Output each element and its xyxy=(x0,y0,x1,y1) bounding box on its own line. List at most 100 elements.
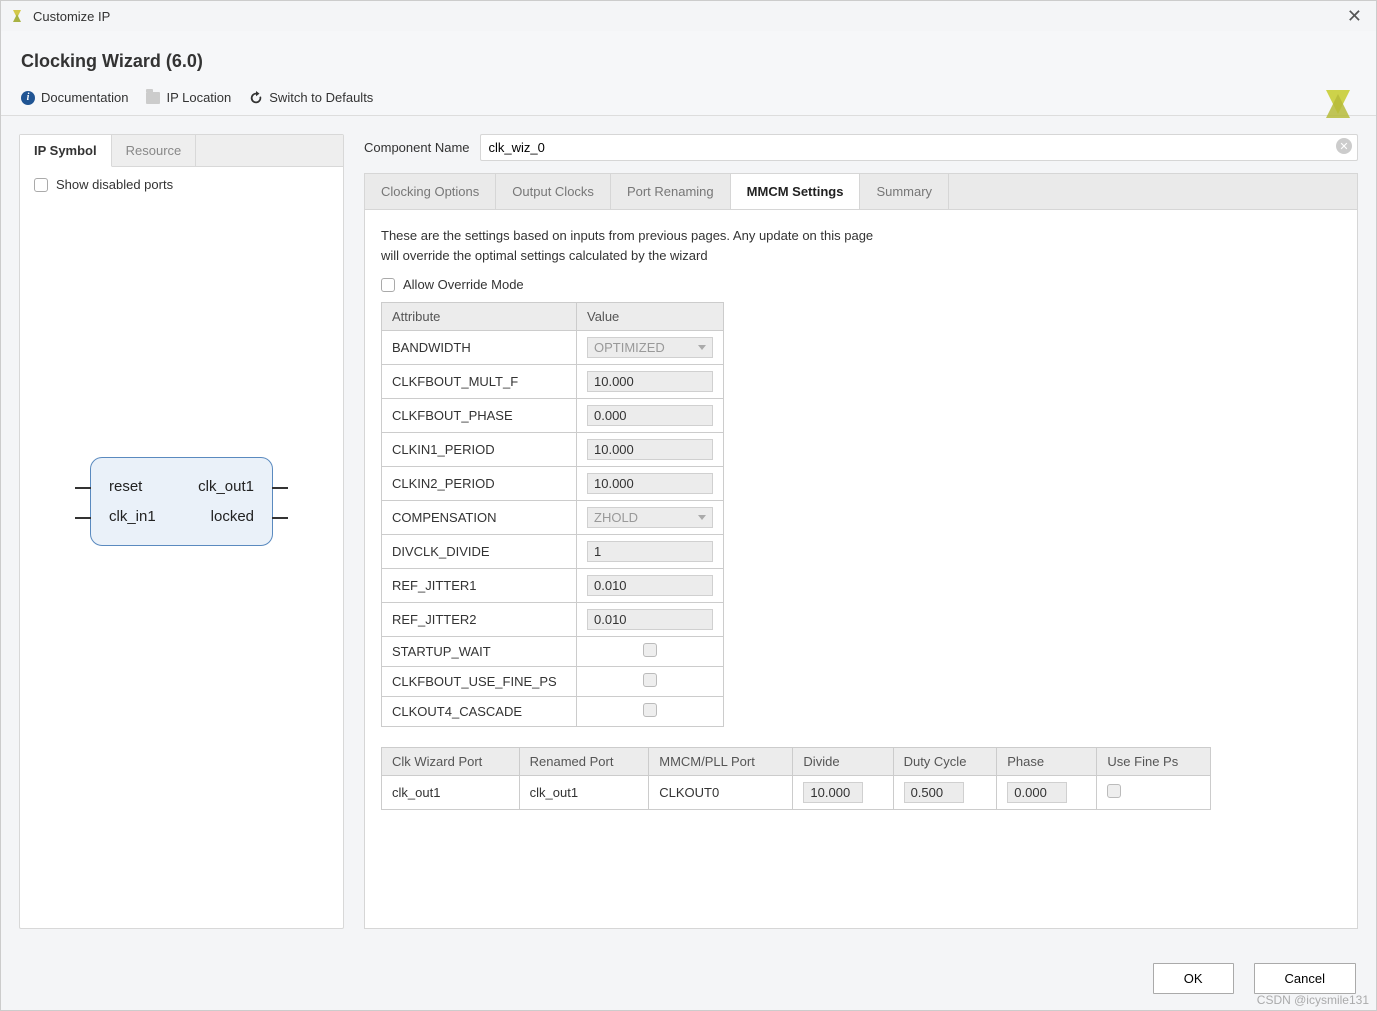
col-wiz-port: Clk Wizard Port xyxy=(382,748,520,776)
chevron-down-icon xyxy=(698,515,706,520)
page-title: Clocking Wizard (6.0) xyxy=(21,51,1356,72)
val-ref-jitter2[interactable]: 0.010 xyxy=(587,609,713,630)
info-icon: i xyxy=(21,91,35,105)
mmcm-attribute-table: Attribute Value BANDWIDTH OPTIMIZED CLKF… xyxy=(381,302,724,727)
val-divclk-divide[interactable]: 1 xyxy=(587,541,713,562)
dialog-body: IP Symbol Resource Show disabled ports r… xyxy=(1,116,1376,947)
attr-startup-wait: STARTUP_WAIT xyxy=(382,637,577,667)
cell-wiz-port: clk_out1 xyxy=(382,776,520,810)
col-divide: Divide xyxy=(793,748,893,776)
mmcm-description: These are the settings based on inputs f… xyxy=(381,226,941,265)
attr-clkin2-period: CLKIN2_PERIOD xyxy=(382,467,577,501)
port-locked: locked xyxy=(211,508,254,525)
allow-override-checkbox[interactable] xyxy=(381,278,395,292)
ip-location-label: IP Location xyxy=(166,90,231,105)
header: Clocking Wizard (6.0) i Documentation IP… xyxy=(1,31,1376,116)
allow-override-label: Allow Override Mode xyxy=(403,277,524,292)
col-renamed-port: Renamed Port xyxy=(519,748,649,776)
switch-defaults-link[interactable]: Switch to Defaults xyxy=(249,90,373,105)
val-clkfbout-mult-f[interactable]: 10.000 xyxy=(587,371,713,392)
attr-clkout4-cascade: CLKOUT4_CASCADE xyxy=(382,697,577,727)
val-clkin1-period[interactable]: 10.000 xyxy=(587,439,713,460)
pin-clk-in1 xyxy=(75,517,91,519)
val-ref-jitter1[interactable]: 0.010 xyxy=(587,575,713,596)
attr-ref-jitter2: REF_JITTER2 xyxy=(382,603,577,637)
pin-reset xyxy=(75,487,91,489)
tab-clocking-options[interactable]: Clocking Options xyxy=(365,174,496,209)
folder-icon xyxy=(146,92,160,104)
component-name-row: Component Name ✕ xyxy=(364,134,1358,161)
port-reset: reset xyxy=(109,478,142,495)
tab-mmcm-settings[interactable]: MMCM Settings xyxy=(731,174,861,209)
tab-ip-symbol[interactable]: IP Symbol xyxy=(20,135,112,167)
allow-override-row: Allow Override Mode xyxy=(381,277,1341,292)
attr-bandwidth: BANDWIDTH xyxy=(382,331,577,365)
cell-use-fine-ps-checkbox[interactable] xyxy=(1107,784,1121,798)
cell-renamed-port: clk_out1 xyxy=(519,776,649,810)
col-duty: Duty Cycle xyxy=(893,748,997,776)
val-bandwidth[interactable]: OPTIMIZED xyxy=(587,337,713,358)
component-name-label: Component Name xyxy=(364,140,470,155)
show-disabled-ports-checkbox[interactable] xyxy=(34,178,48,192)
header-toolbar: i Documentation IP Location Switch to De… xyxy=(21,90,1356,105)
attr-compensation: COMPENSATION xyxy=(382,501,577,535)
val-clkfbout-phase[interactable]: 0.000 xyxy=(587,405,713,426)
port-clk-in1: clk_in1 xyxy=(109,508,156,525)
cell-duty[interactable]: 0.500 xyxy=(904,782,964,803)
val-clkfbout-use-fine-ps-checkbox[interactable] xyxy=(643,673,657,687)
left-tabs: IP Symbol Resource xyxy=(20,135,343,167)
show-disabled-ports-row: Show disabled ports xyxy=(34,177,329,192)
port-clk-out1: clk_out1 xyxy=(198,478,254,495)
attr-divclk-divide: DIVCLK_DIVIDE xyxy=(382,535,577,569)
chevron-down-icon xyxy=(698,345,706,350)
titlebar: Customize IP ✕ xyxy=(1,1,1376,31)
pin-clk-out1 xyxy=(272,487,288,489)
val-clkout4-cascade-checkbox[interactable] xyxy=(643,703,657,717)
refresh-icon xyxy=(249,91,263,105)
attr-clkfbout-mult-f: CLKFBOUT_MULT_F xyxy=(382,365,577,399)
tab-resource[interactable]: Resource xyxy=(112,135,197,166)
ip-block-diagram: reset clk_in1 clk_out1 locked xyxy=(20,457,343,546)
col-value: Value xyxy=(577,303,724,331)
ok-button[interactable]: OK xyxy=(1153,963,1234,994)
right-panel: Component Name ✕ Clocking Options Output… xyxy=(364,134,1358,929)
tab-output-clocks[interactable]: Output Clocks xyxy=(496,174,611,209)
vendor-logo-icon xyxy=(1320,86,1356,122)
show-disabled-ports-label: Show disabled ports xyxy=(56,177,173,192)
left-body: Show disabled ports reset clk_in1 clk_ou… xyxy=(20,167,343,928)
port-row-clk-out1: clk_out1 clk_out1 CLKOUT0 10.000 0.500 0… xyxy=(382,776,1211,810)
col-attribute: Attribute xyxy=(382,303,577,331)
footer: OK Cancel xyxy=(1,947,1376,1010)
val-clkin2-period[interactable]: 10.000 xyxy=(587,473,713,494)
cell-divide[interactable]: 10.000 xyxy=(803,782,863,803)
tab-port-renaming[interactable]: Port Renaming xyxy=(611,174,731,209)
app-icon xyxy=(9,8,25,24)
attr-clkfbout-use-fine-ps: CLKFBOUT_USE_FINE_PS xyxy=(382,667,577,697)
col-use-fine-ps: Use Fine Ps xyxy=(1097,748,1211,776)
clear-icon[interactable]: ✕ xyxy=(1336,138,1352,154)
attr-clkin1-period: CLKIN1_PERIOD xyxy=(382,433,577,467)
left-panel: IP Symbol Resource Show disabled ports r… xyxy=(19,134,344,929)
ip-location-link[interactable]: IP Location xyxy=(146,90,231,105)
cancel-button[interactable]: Cancel xyxy=(1254,963,1356,994)
col-mmcm-port: MMCM/PLL Port xyxy=(649,748,793,776)
tab-content-mmcm[interactable]: These are the settings based on inputs f… xyxy=(364,209,1358,929)
val-compensation[interactable]: ZHOLD xyxy=(587,507,713,528)
pin-locked xyxy=(272,517,288,519)
ip-rect: reset clk_in1 clk_out1 locked xyxy=(90,457,273,546)
cell-phase[interactable]: 0.000 xyxy=(1007,782,1067,803)
val-startup-wait-checkbox[interactable] xyxy=(643,643,657,657)
tab-summary[interactable]: Summary xyxy=(860,174,949,209)
documentation-label: Documentation xyxy=(41,90,128,105)
clock-ports-table: Clk Wizard Port Renamed Port MMCM/PLL Po… xyxy=(381,747,1211,810)
switch-defaults-label: Switch to Defaults xyxy=(269,90,373,105)
attr-clkfbout-phase: CLKFBOUT_PHASE xyxy=(382,399,577,433)
attr-ref-jitter1: REF_JITTER1 xyxy=(382,569,577,603)
cell-mmcm-port: CLKOUT0 xyxy=(649,776,793,810)
customize-ip-dialog: Customize IP ✕ Clocking Wizard (6.0) i D… xyxy=(0,0,1377,1011)
window-title: Customize IP xyxy=(33,9,1341,24)
close-icon[interactable]: ✕ xyxy=(1341,6,1368,27)
main-tabs: Clocking Options Output Clocks Port Rena… xyxy=(364,173,1358,209)
component-name-input[interactable] xyxy=(480,134,1359,161)
documentation-link[interactable]: i Documentation xyxy=(21,90,128,105)
